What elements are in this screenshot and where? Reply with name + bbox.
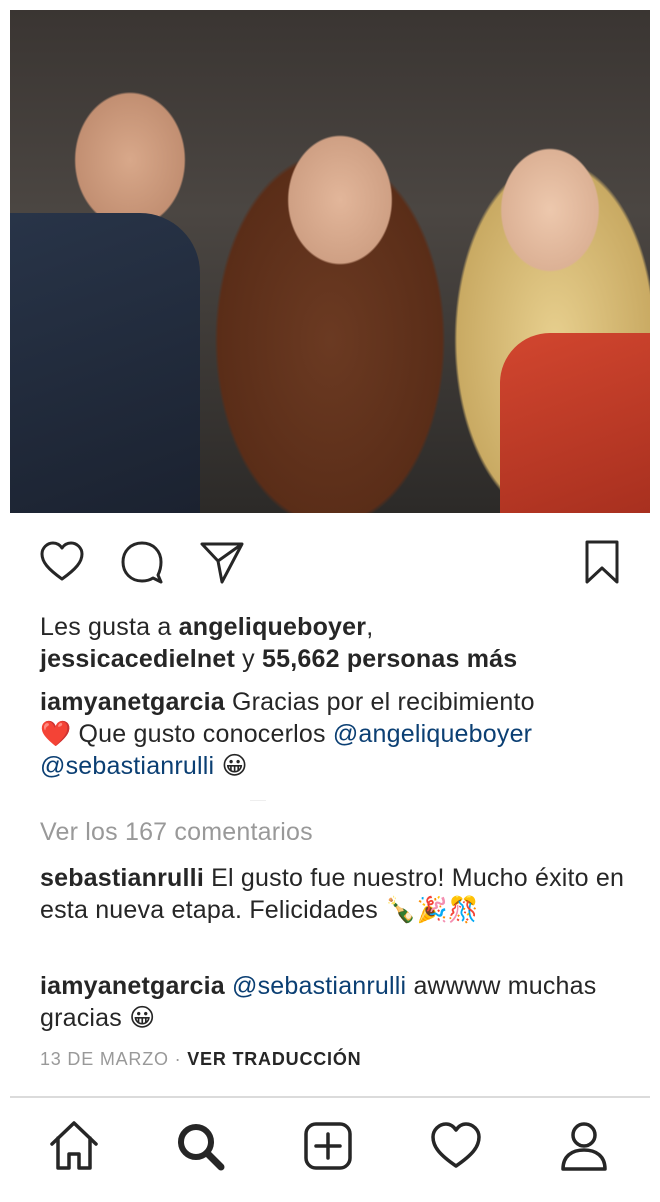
photo-suit-shape: [10, 213, 200, 513]
heart-outline-icon: [40, 541, 84, 581]
new-post-icon: [304, 1122, 352, 1170]
tab-home[interactable]: [46, 1118, 102, 1174]
post-photo[interactable]: [10, 10, 650, 513]
likes-prefix: Les gusta a: [40, 613, 172, 641]
caption-mention[interactable]: @angeliqueboyer: [333, 720, 532, 748]
likes-connector: y: [242, 645, 255, 673]
see-translation-link[interactable]: VER TRADUCCIÓN: [187, 1049, 361, 1069]
home-icon: [50, 1121, 98, 1170]
likes-others-link[interactable]: 55,662 personas más: [262, 645, 517, 673]
share-button[interactable]: [198, 538, 246, 586]
caption-text: Que gusto conocerlos: [78, 720, 326, 748]
post-caption: iamyanetgarcia Gracias por el recibimien…: [40, 686, 630, 782]
likes-comma: ,: [366, 613, 374, 641]
meta-separator: ·: [174, 1049, 182, 1069]
like-button[interactable]: [38, 538, 86, 586]
search-icon: [178, 1124, 225, 1171]
caption-username[interactable]: iamyanetgarcia: [40, 688, 225, 716]
comment-item: iamyanetgarcia @sebastianrulli awwww muc…: [40, 970, 630, 1034]
comment-button[interactable]: [118, 538, 166, 586]
celebration-emoji: 🍾🎉🎊: [385, 895, 480, 924]
likes-user-link[interactable]: angeliqueboyer: [179, 613, 367, 641]
tab-profile[interactable]: [556, 1118, 612, 1174]
comment-username[interactable]: iamyanetgarcia: [40, 972, 225, 1000]
speech-bubble-icon: [121, 541, 163, 584]
caption-divider: [250, 800, 266, 801]
caption-text: Gracias por el recibimiento: [232, 688, 535, 716]
save-button[interactable]: [578, 538, 626, 586]
tab-activity[interactable]: [428, 1118, 484, 1174]
heart-emoji: ❤️: [40, 719, 72, 748]
smile-emoji: 😀: [129, 1003, 156, 1032]
post-actions-bar: [0, 530, 660, 594]
photo-dress-shape: [500, 333, 650, 513]
comment-username[interactable]: sebastianrulli: [40, 864, 204, 892]
likes-summary[interactable]: Les gusta a angeliqueboyer, jessicacedie…: [40, 611, 630, 675]
post-meta: 13 DE MARZO · VER TRADUCCIÓN: [40, 1049, 361, 1070]
paper-plane-icon: [200, 542, 244, 584]
comment-item: sebastianrulli El gusto fue nuestro! Muc…: [40, 862, 630, 926]
tab-new-post[interactable]: [300, 1118, 356, 1174]
view-all-comments-link[interactable]: Ver los 167 comentarios: [40, 816, 630, 848]
comment-mention[interactable]: @sebastianrulli: [232, 972, 406, 1000]
tab-search[interactable]: [172, 1118, 228, 1174]
profile-icon: [561, 1122, 607, 1171]
bottom-tab-bar: [10, 1096, 650, 1202]
bookmark-icon: [585, 540, 619, 584]
likes-user-link[interactable]: jessicacedielnet: [40, 645, 235, 673]
smile-emoji: 😀: [221, 751, 248, 780]
caption-mention[interactable]: @sebastianrulli: [40, 752, 214, 780]
activity-heart-icon: [431, 1122, 481, 1168]
post-date: 13 DE MARZO: [40, 1049, 169, 1069]
